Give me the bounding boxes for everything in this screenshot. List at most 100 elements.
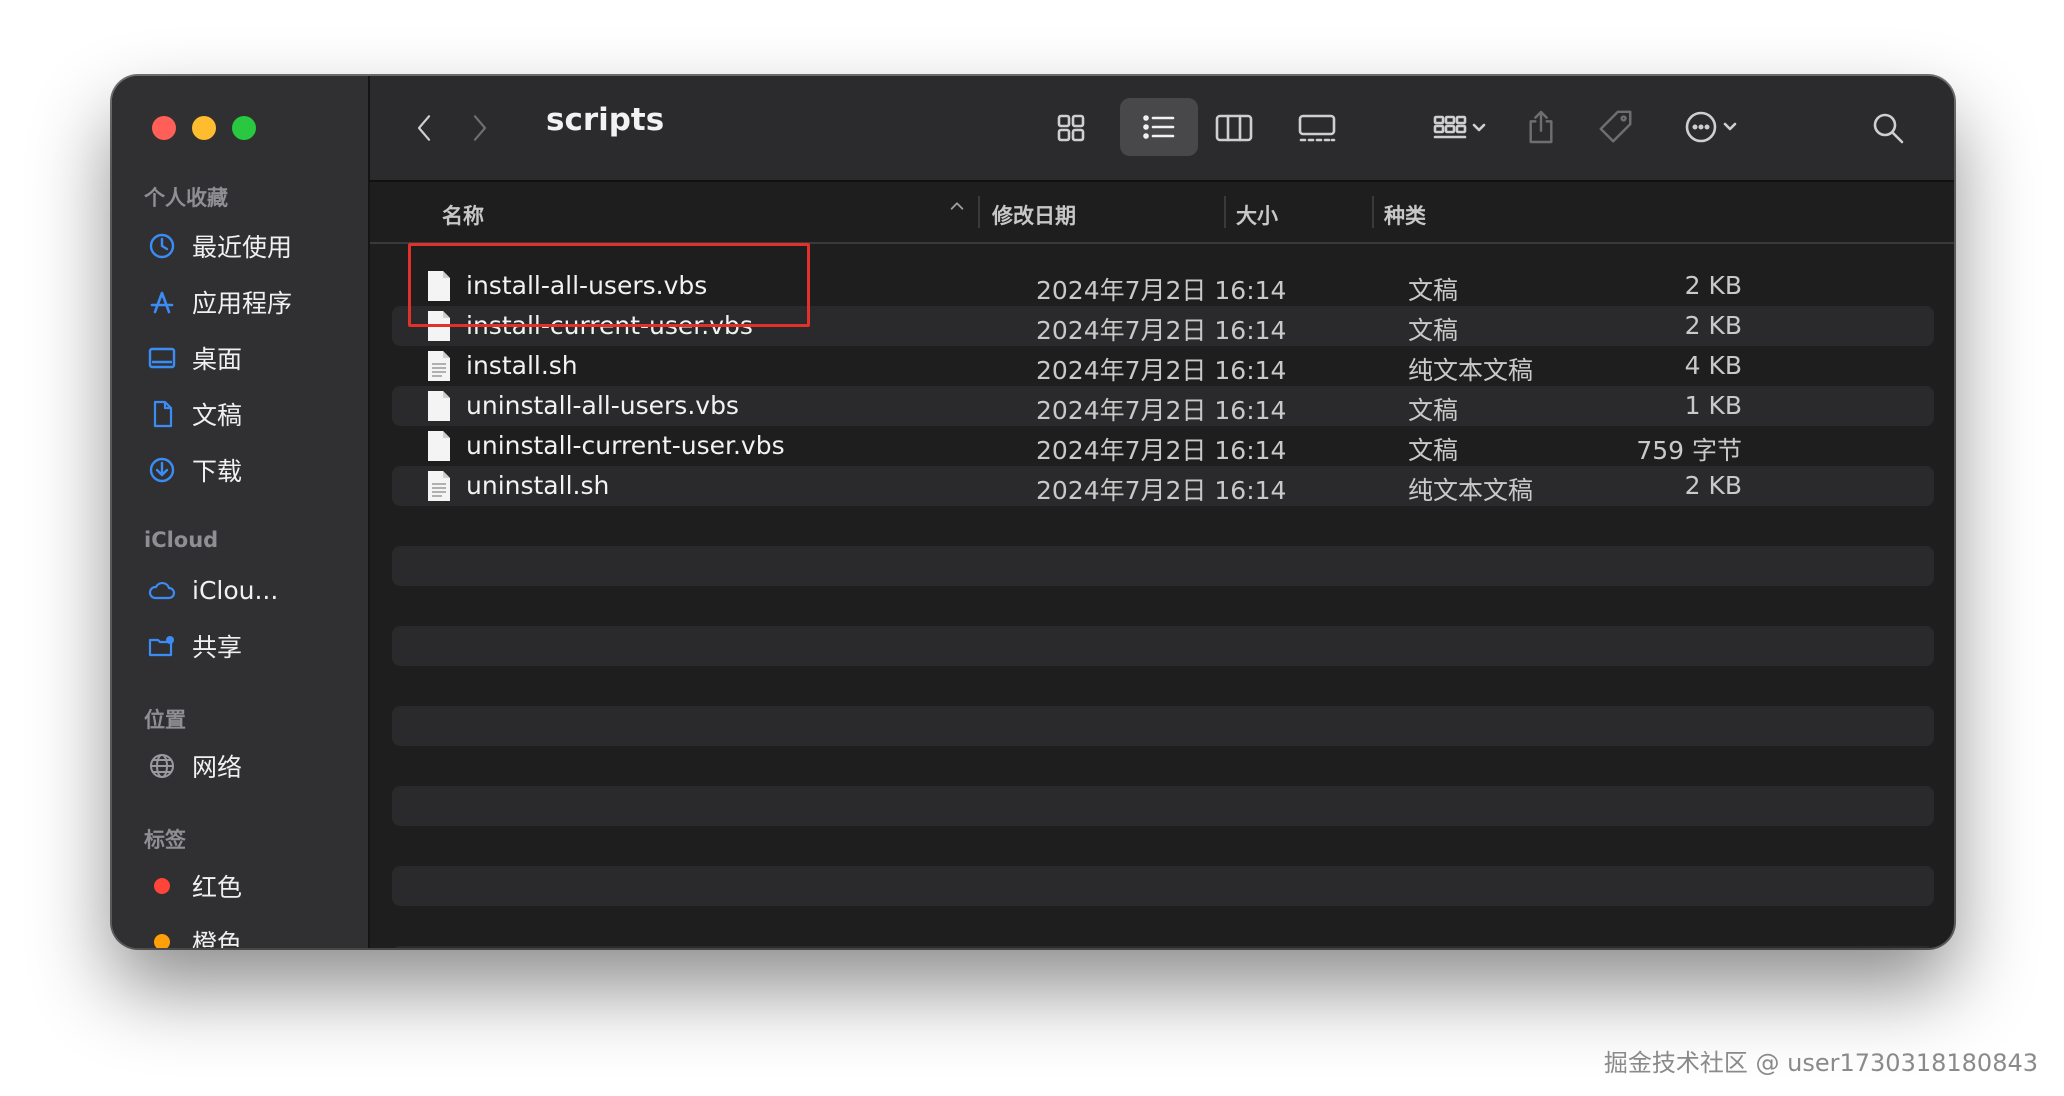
text-file-icon xyxy=(428,351,450,381)
grid-view-icon xyxy=(1057,114,1085,142)
more-actions-button[interactable] xyxy=(1674,102,1750,152)
file-row[interactable]: uninstall.sh 2024年7月2日 16:14 2 KB 纯文本文稿 xyxy=(392,466,1934,506)
empty-row xyxy=(392,546,1934,586)
zoom-button[interactable] xyxy=(232,116,256,140)
forward-button[interactable] xyxy=(462,108,498,148)
column-divider[interactable] xyxy=(1224,196,1226,228)
sidebar-item-label: 共享 xyxy=(192,633,243,662)
sidebar-item-icloud-drive[interactable]: iClou... xyxy=(146,570,278,610)
column-view-icon xyxy=(1215,114,1253,142)
search-button[interactable] xyxy=(1864,104,1912,152)
file-size: 2 KB xyxy=(1684,311,1742,340)
empty-row xyxy=(392,706,1934,746)
file-size: 4 KB xyxy=(1684,351,1742,380)
gallery-view-icon xyxy=(1298,114,1336,142)
group-by-button[interactable] xyxy=(1422,104,1498,152)
sidebar-item-shared[interactable]: 共享 xyxy=(146,626,242,666)
file-name: uninstall-all-users.vbs xyxy=(466,391,739,420)
sidebar-item-tag-orange[interactable]: 橙色 xyxy=(146,922,242,948)
text-file-icon xyxy=(428,471,450,501)
cloud-icon xyxy=(146,574,178,606)
globe-icon xyxy=(146,750,178,782)
sidebar-item-documents[interactable]: 文稿 xyxy=(146,394,242,434)
close-button[interactable] xyxy=(152,116,176,140)
search-icon xyxy=(1873,113,1904,144)
sidebar-item-label: iClou... xyxy=(192,575,279,605)
column-divider[interactable] xyxy=(1372,196,1374,228)
view-columns-button[interactable] xyxy=(1204,104,1264,152)
tag-dot-red-icon xyxy=(146,870,178,902)
folder-title: scripts xyxy=(546,102,665,138)
file-date: 2024年7月2日 16:14 xyxy=(1036,436,1287,465)
empty-row xyxy=(392,626,1934,666)
file-date: 2024年7月2日 16:14 xyxy=(1036,316,1287,345)
empty-row xyxy=(392,786,1934,826)
apps-icon xyxy=(146,286,178,318)
sidebar-item-label: 下载 xyxy=(192,457,243,486)
file-size: 2 KB xyxy=(1684,271,1742,300)
share-button[interactable] xyxy=(1516,100,1566,154)
file-kind: 文稿 xyxy=(1408,436,1459,465)
minimize-button[interactable] xyxy=(192,116,216,140)
sidebar-item-label: 文稿 xyxy=(192,401,243,430)
clock-icon xyxy=(146,230,178,262)
empty-row xyxy=(392,946,1934,948)
document-file-icon xyxy=(428,431,450,461)
file-size: 1 KB xyxy=(1684,391,1742,420)
file-name: install.sh xyxy=(466,351,578,380)
sidebar-item-label: 橙色 xyxy=(192,929,243,948)
sidebar-item-desktop[interactable]: 桌面 xyxy=(146,338,242,378)
column-kind-header[interactable]: 种类 xyxy=(1384,200,1426,230)
sidebar-section-icloud: iCloud xyxy=(144,528,219,552)
watermark: 掘金技术社区 @ user1730318180843 xyxy=(1603,1049,2038,1077)
back-button[interactable] xyxy=(406,108,442,148)
window-controls xyxy=(152,116,256,140)
sidebar-item-downloads[interactable]: 下载 xyxy=(146,450,242,490)
group-grid-chevron-icon xyxy=(1433,115,1486,139)
column-divider[interactable] xyxy=(978,196,980,228)
column-size-header[interactable]: 大小 xyxy=(1236,200,1278,230)
sidebar: 个人收藏 最近使用 应用程序 桌面 文稿 下载 iCloud iClou... … xyxy=(112,76,370,948)
sidebar-item-tag-red[interactable]: 红色 xyxy=(146,866,242,906)
sidebar-item-label: 网络 xyxy=(192,753,243,782)
sidebar-section-tags: 标签 xyxy=(144,828,186,852)
file-date: 2024年7月2日 16:14 xyxy=(1036,356,1287,385)
file-kind: 文稿 xyxy=(1408,316,1459,345)
sidebar-item-label: 最近使用 xyxy=(192,233,293,262)
view-gallery-button[interactable] xyxy=(1284,104,1350,152)
toolbar: scripts xyxy=(370,76,1954,182)
finder-window: 个人收藏 最近使用 应用程序 桌面 文稿 下载 iCloud iClou... … xyxy=(112,76,1954,948)
column-name-header[interactable]: 名称 xyxy=(442,200,484,230)
sidebar-item-network[interactable]: 网络 xyxy=(146,746,242,786)
sidebar-item-label: 应用程序 xyxy=(192,289,293,318)
share-icon xyxy=(1529,110,1553,144)
file-list: install-all-users.vbs 2024年7月2日 16:14 2 … xyxy=(370,244,1954,948)
sidebar-section-locations: 位置 xyxy=(144,708,186,732)
file-kind: 文稿 xyxy=(1408,276,1459,305)
sidebar-item-applications[interactable]: 应用程序 xyxy=(146,282,292,322)
tag-button[interactable] xyxy=(1590,100,1642,154)
file-size: 2 KB xyxy=(1684,471,1742,500)
sidebar-section-favorites: 个人收藏 xyxy=(144,186,228,210)
chevron-right-icon xyxy=(473,115,487,141)
sidebar-item-label: 红色 xyxy=(192,873,243,902)
document-icon xyxy=(146,398,178,430)
tag-icon xyxy=(1599,110,1632,143)
file-kind: 纯文本文稿 xyxy=(1408,476,1534,505)
desktop-icon xyxy=(146,342,178,374)
file-row[interactable]: install.sh 2024年7月2日 16:14 4 KB 纯文本文稿 xyxy=(392,346,1934,386)
file-kind: 文稿 xyxy=(1408,396,1459,425)
sidebar-item-recents[interactable]: 最近使用 xyxy=(146,226,292,266)
file-name: uninstall-current-user.vbs xyxy=(466,431,785,460)
file-row[interactable]: uninstall-current-user.vbs 2024年7月2日 16:… xyxy=(392,426,1934,466)
sidebar-item-label: 桌面 xyxy=(192,345,243,374)
column-date-header[interactable]: 修改日期 xyxy=(992,200,1076,230)
view-icons-button[interactable] xyxy=(1040,104,1102,152)
file-kind: 纯文本文稿 xyxy=(1408,356,1534,385)
document-file-icon xyxy=(428,391,450,421)
file-row[interactable]: uninstall-all-users.vbs 2024年7月2日 16:14 … xyxy=(392,386,1934,426)
list-view-icon xyxy=(1143,115,1175,139)
view-list-button[interactable] xyxy=(1120,98,1198,156)
tag-dot-orange-icon xyxy=(146,926,178,948)
download-icon xyxy=(146,454,178,486)
